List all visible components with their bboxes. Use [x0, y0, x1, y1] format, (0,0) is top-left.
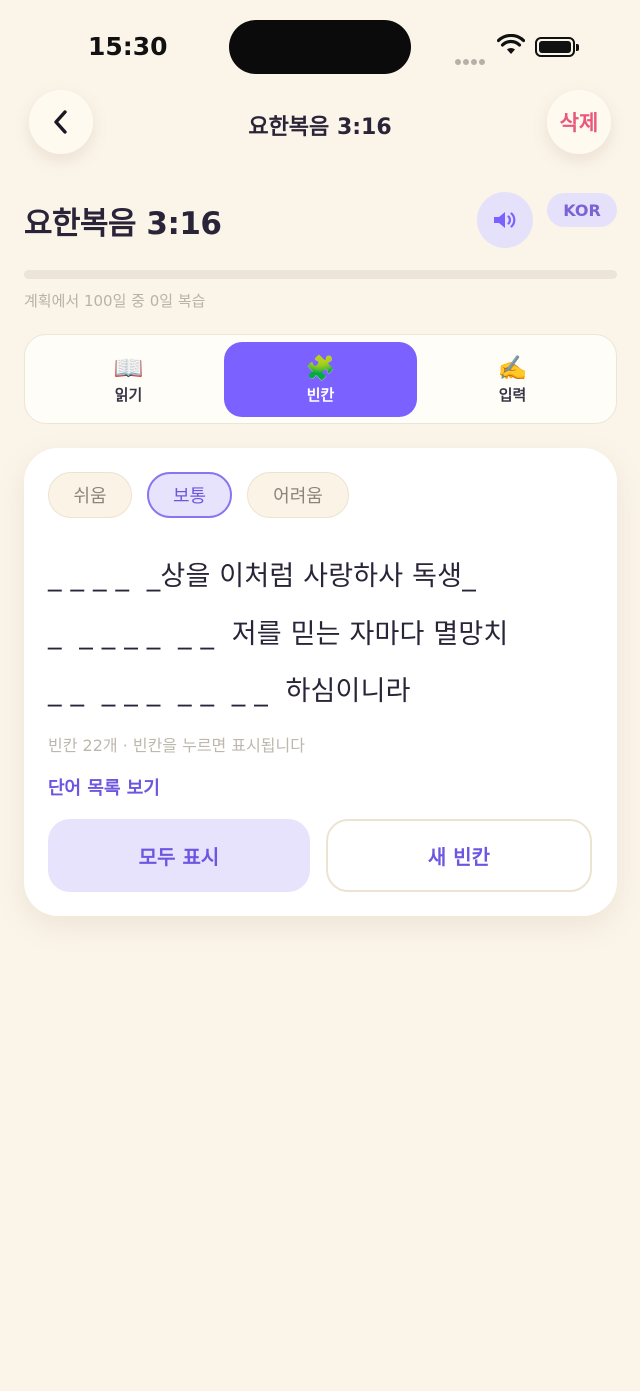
tab-label: 빈칸 — [306, 386, 335, 404]
progress-bar — [24, 270, 617, 279]
tab-label: 읽기 — [114, 386, 143, 404]
new-blanks-button[interactable]: 새 빈칸 — [326, 819, 592, 892]
cellular-signal-icon — [455, 50, 487, 69]
progress-text: 계획에서 100일 중 0일 복습 — [24, 292, 206, 310]
writing-hand-icon: ✍️ — [497, 354, 528, 382]
show-all-button[interactable]: 모두 표시 — [48, 819, 310, 892]
blank-hint: 빈칸 22개 · 빈칸을 누르면 표시됩니다 — [48, 736, 305, 755]
difficulty-easy[interactable]: 쉬움 — [48, 472, 132, 518]
tab-label: 입력 — [498, 386, 527, 404]
verse-line[interactable]: _ _ _ _ _상을 이처럼 사랑하사 독생_ — [48, 554, 476, 593]
tab-read[interactable]: 📖 읽기 — [32, 342, 225, 417]
tab-input[interactable]: ✍️ 입력 — [416, 342, 609, 417]
book-icon: 📖 — [113, 354, 144, 382]
mode-tabs: 📖 읽기 🧩 빈칸 ✍️ 입력 — [24, 334, 617, 424]
puzzle-icon: 🧩 — [305, 354, 336, 382]
language-badge[interactable]: KOR — [547, 193, 617, 227]
status-bar: 15:30 — [0, 0, 640, 90]
status-time: 15:30 — [88, 32, 168, 61]
difficulty-hard[interactable]: 어려움 — [247, 472, 349, 518]
wifi-icon — [497, 34, 525, 54]
page-title: 요한복음 3:16 — [24, 206, 222, 242]
battery-icon — [535, 37, 579, 57]
play-audio-button[interactable] — [477, 192, 533, 248]
word-list-link[interactable]: 단어 목록 보기 — [48, 774, 160, 800]
practice-card: 쉬움 보통 어려움 _ _ _ _ _상을 이처럼 사랑하사 독생_ _ _ _… — [24, 448, 617, 916]
verse-line[interactable]: _ _ _ _ _ _ _ _ _ 하심이니라 — [48, 669, 411, 708]
dynamic-island — [229, 20, 411, 74]
nav-title: 요한복음 3:16 — [248, 115, 392, 140]
tab-blank[interactable]: 🧩 빈칸 — [224, 342, 417, 417]
speaker-icon — [494, 212, 516, 228]
delete-button[interactable]: 삭제 — [547, 90, 611, 154]
verse-line[interactable]: _ _ _ _ _ _ _ 저를 믿는 자마다 멸망치 — [48, 612, 508, 651]
difficulty-normal[interactable]: 보통 — [147, 472, 232, 518]
navigation-bar: 요한복음 3:16 삭제 — [0, 90, 640, 156]
